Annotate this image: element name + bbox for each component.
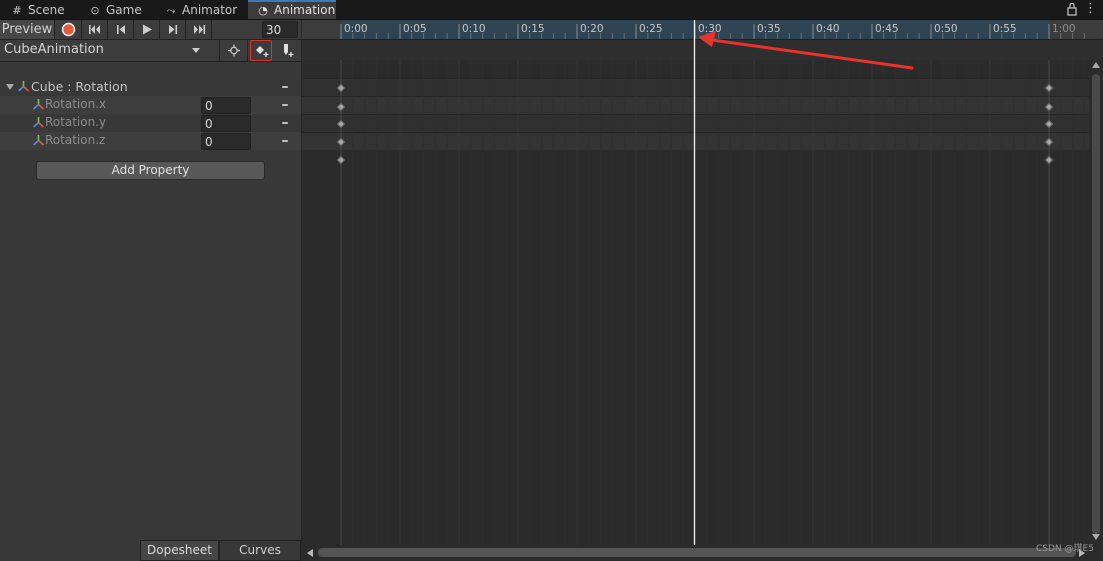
gamepad-icon: ⊙ bbox=[90, 4, 100, 17]
lock-icon[interactable] bbox=[1066, 2, 1078, 16]
tab-label: Game bbox=[106, 3, 142, 17]
tab-label: Scene bbox=[28, 3, 65, 17]
first-key-icon bbox=[89, 25, 100, 34]
add-property-button[interactable]: Add Property bbox=[36, 161, 265, 180]
prev-key-icon bbox=[117, 25, 125, 34]
keyframe-diamond[interactable] bbox=[336, 102, 346, 112]
clip-name: CubeAnimation bbox=[4, 42, 104, 57]
add-event-button[interactable] bbox=[274, 40, 301, 61]
options-dash-icon[interactable] bbox=[282, 104, 288, 106]
scroll-left-icon[interactable] bbox=[307, 549, 313, 557]
play-icon bbox=[143, 24, 152, 35]
keyframe-layer bbox=[302, 20, 1103, 561]
options-dash-icon[interactable] bbox=[282, 86, 288, 88]
transform-icon bbox=[32, 135, 45, 146]
horizontal-scrollbar[interactable] bbox=[302, 545, 1089, 561]
tab-game[interactable]: ⊙ Game bbox=[80, 0, 156, 19]
keyframe-diamond[interactable] bbox=[336, 83, 346, 93]
tab-curves[interactable]: Curves bbox=[219, 540, 301, 561]
options-dash-icon[interactable] bbox=[282, 140, 288, 142]
animator-icon: ⤳ bbox=[166, 4, 176, 17]
property-label: Rotation.z bbox=[45, 133, 106, 147]
keyframe-diamond[interactable] bbox=[1044, 137, 1054, 147]
next-keyframe-button[interactable] bbox=[160, 20, 186, 39]
property-row-rotation-y[interactable]: Rotation.y 0 bbox=[0, 114, 301, 132]
tab-scene[interactable]: # Scene bbox=[2, 0, 80, 19]
scroll-down-icon[interactable] bbox=[1092, 534, 1100, 540]
record-button[interactable] bbox=[55, 20, 82, 39]
keyframe-diamond[interactable] bbox=[336, 119, 346, 129]
tab-animation[interactable]: ◔ Animation bbox=[248, 0, 336, 19]
property-row-rotation-z[interactable]: Rotation.z 0 bbox=[0, 132, 301, 150]
property-value-field[interactable]: 0 bbox=[201, 115, 251, 132]
vertical-scrollbar[interactable] bbox=[1089, 60, 1103, 544]
tab-label: Animation bbox=[274, 3, 336, 17]
horizontal-scroll-thumb[interactable] bbox=[318, 548, 1076, 557]
transform-icon bbox=[17, 81, 30, 92]
property-group-row[interactable]: Cube : Rotation bbox=[0, 78, 301, 96]
tab-label: Animator bbox=[182, 3, 238, 17]
keyframe-diamond[interactable] bbox=[336, 137, 346, 147]
keyframe-diamond[interactable] bbox=[336, 155, 346, 165]
record-icon bbox=[61, 22, 76, 37]
timeline-panel[interactable]: 0:00 0:05 0:10 0:15 0:20 0:25 0:30 0:35 0:40 0:45… bbox=[302, 20, 1103, 561]
keyframe-diamond[interactable] bbox=[1044, 83, 1054, 93]
property-value-field[interactable]: 0 bbox=[201, 133, 251, 150]
more-options-icon[interactable]: ⋮ bbox=[1084, 1, 1097, 17]
prev-keyframe-button[interactable] bbox=[108, 20, 134, 39]
last-keyframe-button[interactable] bbox=[186, 20, 212, 39]
tab-dopesheet[interactable]: Dopesheet bbox=[140, 540, 219, 561]
property-row-rotation-x[interactable]: Rotation.x 0 bbox=[0, 96, 301, 114]
vertical-scroll-thumb[interactable] bbox=[1092, 74, 1100, 534]
property-panel: Preview 30 CubeAnimation Cube: Rotation… bbox=[0, 20, 301, 561]
clip-dropdown[interactable]: CubeAnimation bbox=[0, 40, 220, 61]
watermark: CSDN @琪E5 bbox=[1036, 544, 1094, 554]
frame-field[interactable]: 30 bbox=[262, 21, 298, 38]
keyframe-diamond[interactable] bbox=[1044, 102, 1054, 112]
scroll-up-icon[interactable] bbox=[1092, 62, 1100, 68]
options-dash-icon[interactable] bbox=[282, 122, 288, 124]
last-key-icon bbox=[194, 25, 206, 34]
property-label: Rotation.y bbox=[45, 115, 107, 129]
keyframe-diamond[interactable] bbox=[1044, 119, 1054, 129]
add-event-icon bbox=[284, 44, 294, 57]
tab-bar: # Scene ⊙ Game ⤳ Animator ◔ Animation ⋮ bbox=[0, 0, 1103, 20]
next-key-icon bbox=[169, 25, 178, 34]
chevron-down-icon bbox=[192, 48, 200, 53]
add-keyframe-icon bbox=[255, 46, 268, 57]
add-keyframe-toggle-button[interactable] bbox=[220, 40, 248, 61]
play-button[interactable] bbox=[134, 20, 160, 39]
property-group-label: Cube : Rotation bbox=[31, 79, 128, 94]
preview-button[interactable]: Preview bbox=[0, 20, 55, 39]
add-keyframe-button[interactable] bbox=[250, 40, 272, 61]
first-keyframe-button[interactable] bbox=[82, 20, 108, 39]
transform-icon bbox=[32, 117, 45, 128]
tab-animator[interactable]: ⤳ Animator bbox=[156, 0, 246, 19]
property-label: Rotation.x bbox=[45, 97, 107, 111]
playback-toolbar: Preview 30 bbox=[0, 20, 301, 40]
clock-icon: ◔ bbox=[258, 4, 268, 17]
foldout-arrow-icon[interactable] bbox=[5, 83, 15, 91]
clip-toolbar: CubeAnimation bbox=[0, 40, 301, 62]
property-value-field[interactable]: 0 bbox=[201, 97, 251, 114]
keyframe-diamond[interactable] bbox=[1044, 155, 1054, 165]
grid-icon: # bbox=[12, 4, 22, 17]
crosshair-icon bbox=[228, 44, 240, 57]
transform-icon bbox=[32, 99, 45, 110]
